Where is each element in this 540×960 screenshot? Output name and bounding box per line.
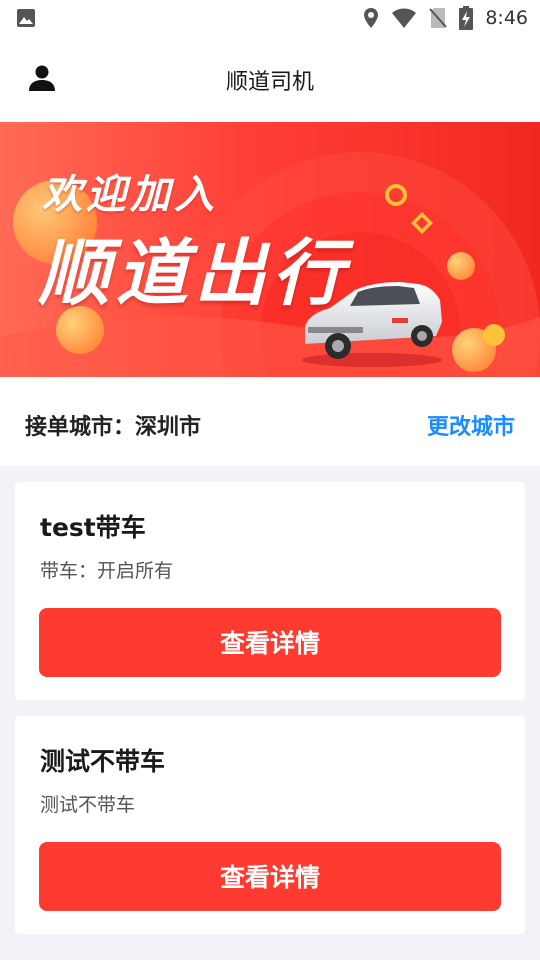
status-bar: 8:46 <box>0 0 540 36</box>
wifi-icon <box>392 8 417 28</box>
location-icon <box>364 8 379 28</box>
route-card: test带车 带车：开启所有 查看详情 <box>15 482 525 700</box>
app-header: 顺道司机 <box>0 36 540 122</box>
change-city-link[interactable]: 更改城市 <box>427 409 515 441</box>
no-sim-icon <box>429 8 448 28</box>
card-title: 测试不带车 <box>40 747 166 776</box>
page-title: 顺道司机 <box>225 70 314 95</box>
view-details-button[interactable]: 查看详情 <box>39 608 501 677</box>
image-icon <box>17 9 35 27</box>
city-bar: 接单城市：深圳市 更改城市 <box>0 377 540 466</box>
card-description: 测试不带车 <box>40 794 136 816</box>
route-card: 测试不带车 测试不带车 查看详情 <box>15 716 525 934</box>
status-time: 8:46 <box>485 7 528 29</box>
decor-orb <box>447 252 475 280</box>
welcome-banner: 欢迎加入 顺道出行 <box>0 122 540 377</box>
banner-welcome-text: 欢迎加入 <box>42 172 218 218</box>
order-city-label: 接单城市：深圳市 <box>25 415 202 440</box>
battery-charging-icon <box>459 6 474 30</box>
card-title: test带车 <box>40 513 146 542</box>
card-description: 带车：开启所有 <box>40 560 174 582</box>
decor-orb <box>483 324 505 346</box>
banner-brand-text: 顺道出行 <box>38 231 351 315</box>
view-details-button[interactable]: 查看详情 <box>39 842 501 911</box>
gallery-notification <box>16 8 36 32</box>
